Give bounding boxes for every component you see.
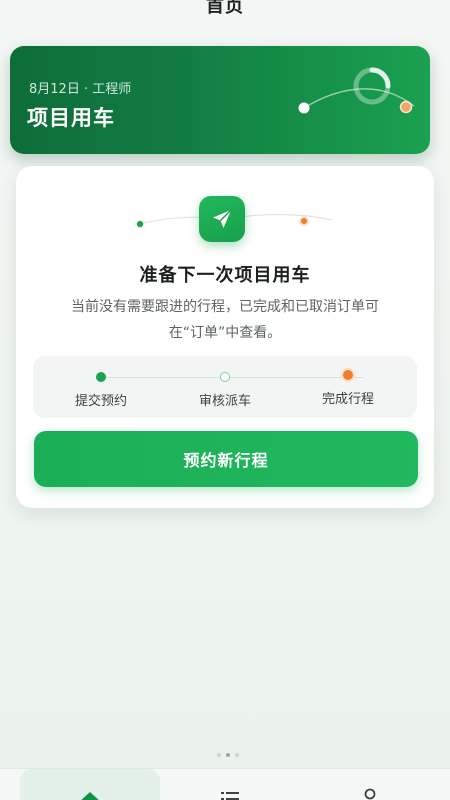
tab-orders[interactable] — [170, 769, 290, 800]
step-label: 完成行程 — [321, 392, 374, 407]
send-icon — [199, 196, 245, 242]
step-label: 提交预约 — [74, 394, 127, 409]
list-icon — [221, 792, 239, 800]
user-icon — [364, 788, 376, 800]
hero-subtitle: 8月12日 · 工程师 — [29, 82, 132, 97]
indicator-dot — [235, 753, 239, 757]
empty-state-description: 当前没有需要跟进的行程，已完成和已取消订单可在“订单”中查看。 — [71, 299, 379, 341]
tab-profile[interactable] — [310, 769, 430, 800]
steps-connector — [101, 377, 363, 378]
book-new-trip-button[interactable]: 预约新行程 — [34, 431, 418, 487]
tab-home[interactable] — [20, 769, 160, 800]
home-icon — [81, 792, 99, 800]
empty-state-heading: 准备下一次项目用车 — [139, 265, 311, 286]
hero-title: 项目用车 — [27, 106, 115, 130]
empty-trip-card: 准备下一次项目用车 当前没有需要跟进的行程，已完成和已取消订单可在“订单”中查看… — [16, 166, 434, 508]
route-decoration-icon — [298, 67, 415, 114]
home-page: 首页 8月12日 · 工程师 项目用车 准备下一次项目用车 当前没有需要跟进的行… — [0, 0, 450, 800]
hero-card[interactable]: 8月12日 · 工程师 项目用车 — [10, 46, 430, 154]
step-dot-done-icon — [96, 372, 106, 382]
bottom-tab-bar — [0, 768, 450, 800]
step-label: 审核派车 — [198, 394, 251, 409]
trip-steps: 提交预约 审核派车 完成行程 — [33, 356, 417, 418]
indicator-dot — [217, 753, 221, 757]
indicator-dot-active — [226, 753, 230, 757]
page-indicator — [217, 753, 239, 757]
step-dot-pending-icon — [220, 372, 230, 382]
step-dot-end-icon — [343, 370, 353, 380]
page-title: 首页 — [206, 0, 244, 17]
